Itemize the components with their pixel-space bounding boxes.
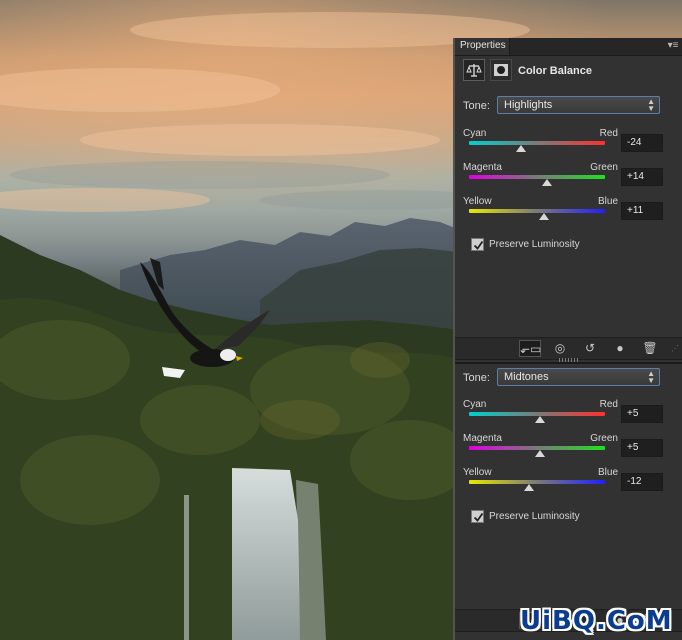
view-previous-state-icon[interactable]: ● [609,340,631,357]
slider-left-label: Magenta [463,162,502,173]
resize-grip-icon[interactable]: ⋰ [671,344,681,354]
panel-tab-bar: Properties ▾≡ [455,38,682,56]
slider-value-input[interactable]: +5 [621,439,663,457]
color-slider-yellow-blue[interactable]: Yellow Blue +11 [463,196,675,228]
panel-divider [455,362,682,364]
slider-thumb[interactable] [535,416,546,423]
slider-value-input[interactable]: +11 [621,202,663,220]
tone-row-midtones: Tone: Midtones ▲ ▼ [463,368,668,388]
slider-value-input[interactable]: +5 [621,405,663,423]
slider-left-label: Magenta [463,433,502,444]
tone-select-value: Highlights [504,99,553,111]
slider-right-label: Green [590,162,618,173]
slider-left-label: Yellow [463,196,492,207]
layer-mask-icon[interactable] [490,59,512,81]
slider-left-label: Yellow [463,467,492,478]
slider-thumb[interactable] [539,213,550,220]
properties-panel: Properties ▾≡ Color Balance Tone: Highli… [453,38,682,640]
color-slider-yellow-blue[interactable]: Yellow Blue -12 [463,467,675,499]
slider-value-input[interactable]: -24 [621,134,663,152]
color-slider-cyan-red[interactable]: Cyan Red +5 [463,399,675,431]
slider-track[interactable] [469,175,605,179]
slider-thumb[interactable] [515,145,526,152]
slider-right-label: Red [599,128,618,139]
select-arrows-icon: ▲ ▼ [647,97,655,113]
panel-menu-icon[interactable]: ▾≡ [666,39,680,53]
tone-select-midtones[interactable]: Midtones ▲ ▼ [497,368,660,386]
tone-label: Tone: [463,100,490,112]
slider-track[interactable] [469,209,605,213]
adjustment-header: Color Balance [463,59,682,83]
slider-thumb[interactable] [541,179,552,186]
slider-right-label: Blue [597,467,618,478]
tab-properties[interactable]: Properties [455,38,510,55]
preserve-luminosity-label: Preserve Luminosity [489,511,580,522]
panel-footer-toolbar: ⬐▭ ◎ ↺ ● 🗑 ⋰ [455,337,682,360]
color-slider-cyan-red[interactable]: Cyan Red -24 [463,128,675,160]
tone-row-highlights: Tone: Highlights ▲ ▼ [463,96,668,116]
slider-right-label: Blue [597,196,618,207]
preserve-luminosity-label: Preserve Luminosity [489,239,580,250]
clip-to-layer-icon[interactable]: ⬐▭ [519,340,541,357]
tone-label: Tone: [463,372,490,384]
select-arrows-icon: ▲ ▼ [647,369,655,385]
preserve-luminosity-checkbox[interactable] [471,238,484,251]
adjustment-title: Color Balance [518,65,592,77]
toggle-visibility-eye-icon[interactable]: ◎ [549,340,571,357]
slider-right-label: Red [599,399,618,410]
slider-track[interactable] [469,141,605,145]
slider-thumb[interactable] [535,450,546,457]
color-slider-magenta-green[interactable]: Magenta Green +14 [463,162,675,194]
preserve-luminosity-checkbox[interactable] [471,510,484,523]
delete-icon[interactable]: 🗑 [639,340,661,357]
color-slider-magenta-green[interactable]: Magenta Green +5 [463,433,675,465]
slider-thumb[interactable] [523,484,534,491]
slider-value-input[interactable]: -12 [621,473,663,491]
watermark-logo: UiBQ.CoM [520,606,673,636]
tone-select-highlights[interactable]: Highlights ▲ ▼ [497,96,660,114]
tone-select-value: Midtones [504,371,549,383]
slider-left-label: Cyan [463,128,487,139]
slider-value-input[interactable]: +14 [621,168,663,186]
slider-left-label: Cyan [463,399,487,410]
color-balance-scales-icon[interactable] [463,59,485,81]
slider-track[interactable] [469,480,605,484]
properties-panel-body: Properties ▾≡ Color Balance Tone: Highli… [455,38,682,640]
reset-icon[interactable]: ↺ [579,340,601,357]
slider-right-label: Green [590,433,618,444]
